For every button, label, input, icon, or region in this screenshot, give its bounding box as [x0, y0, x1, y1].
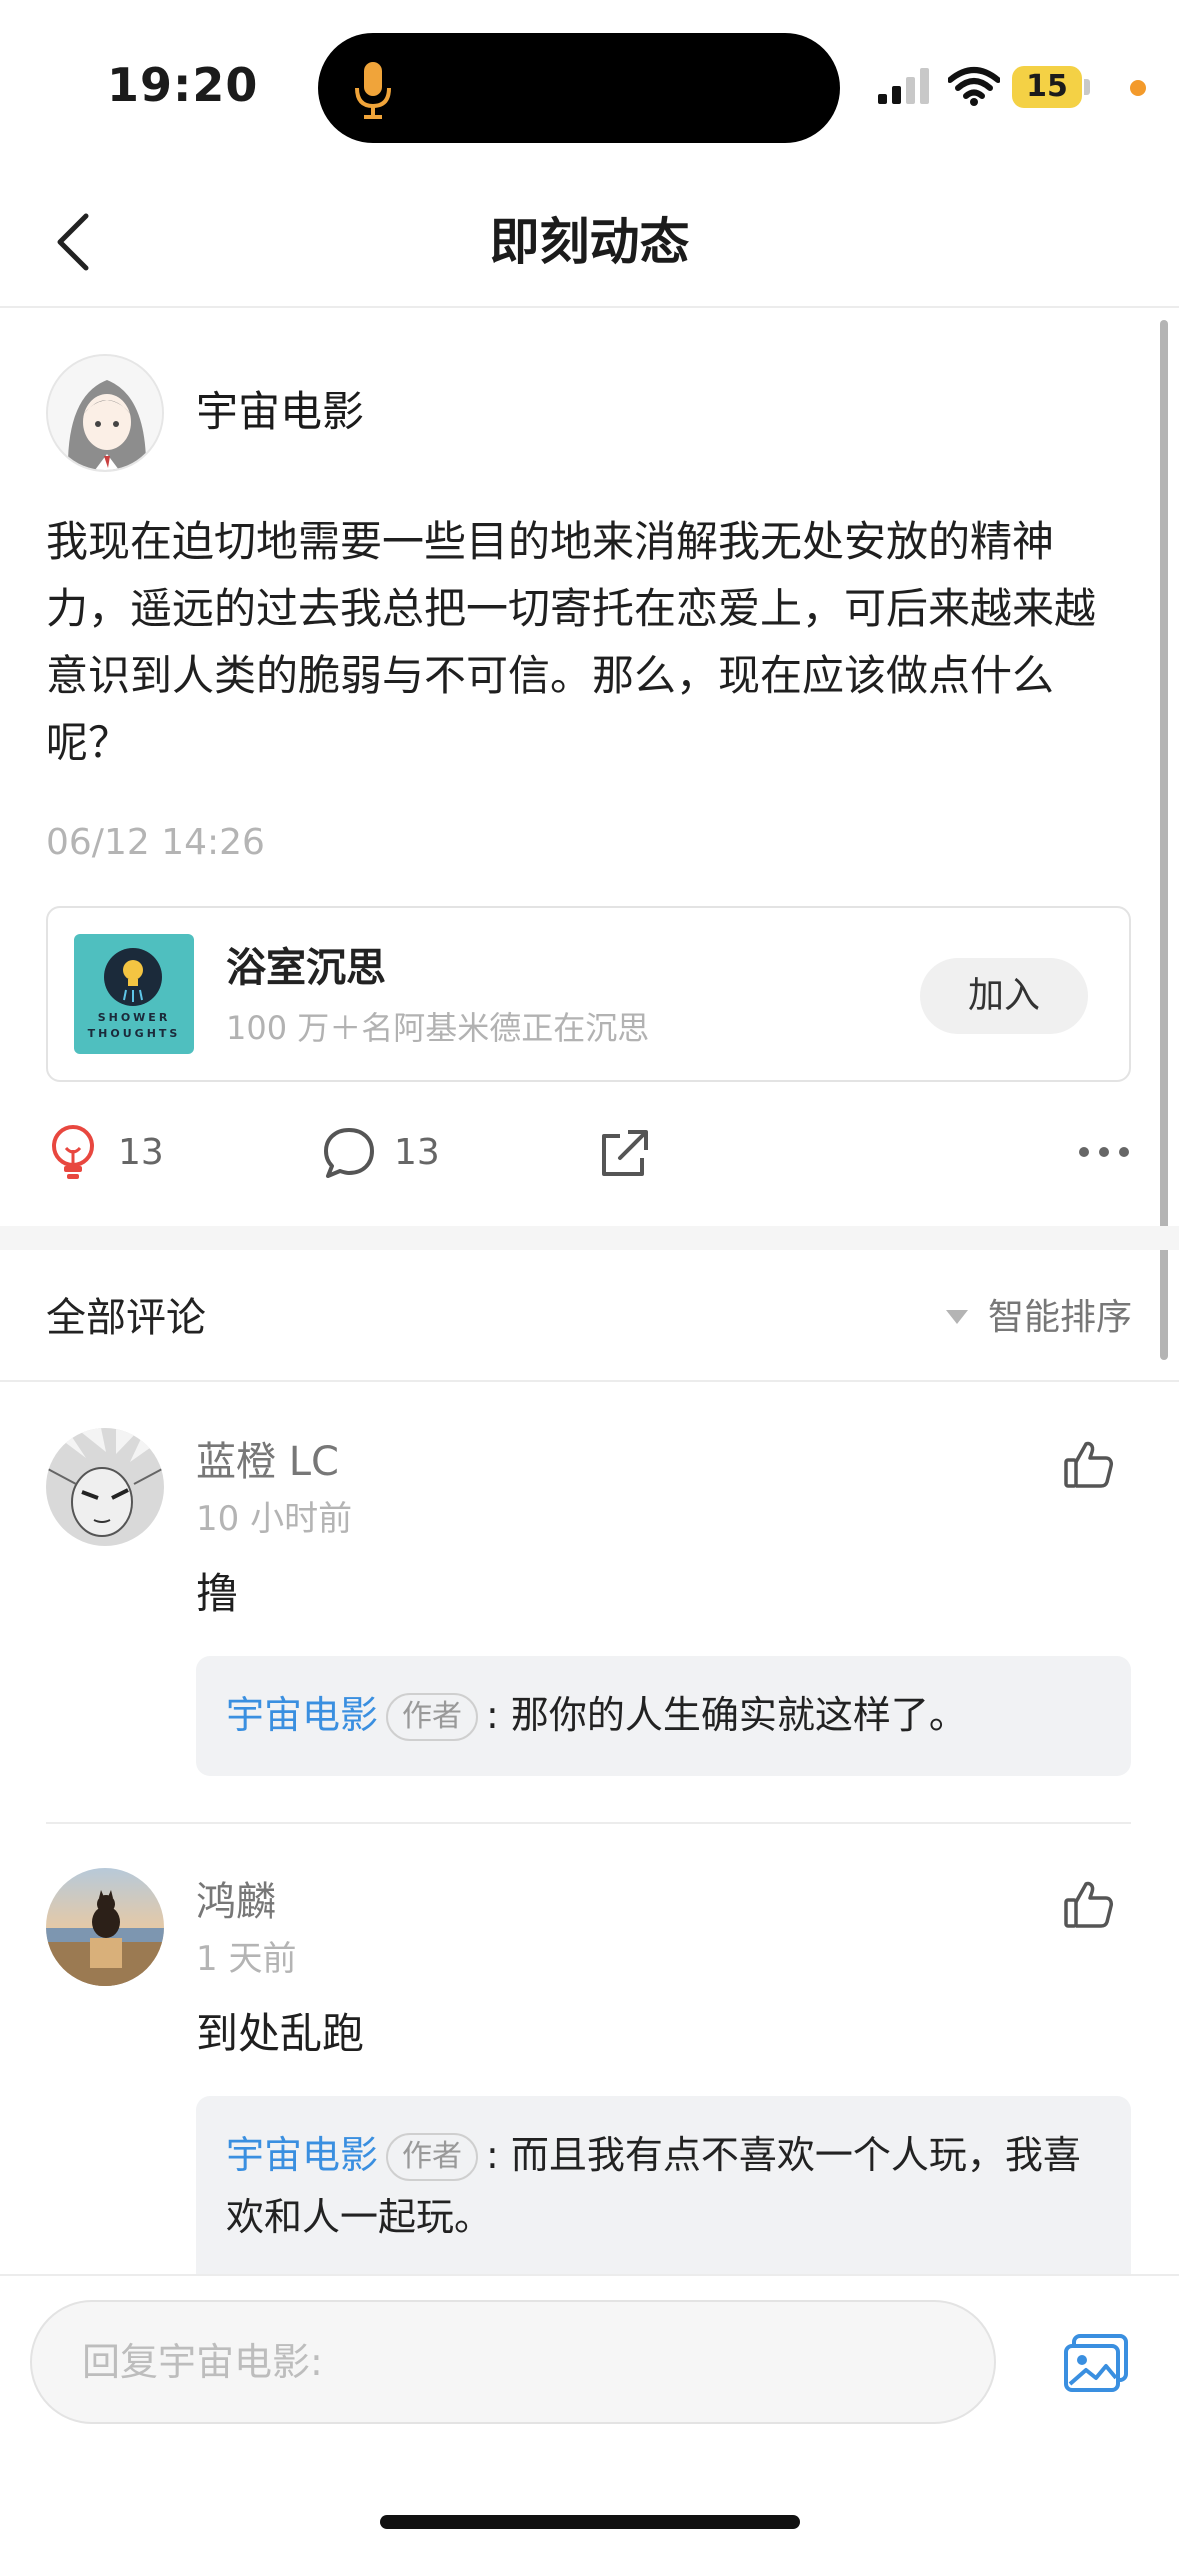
post-author-avatar[interactable] [46, 354, 164, 472]
anime-girl-avatar-icon [48, 356, 162, 470]
comment-time: 1 天前 [196, 1939, 297, 1979]
reply-author-name[interactable]: 宇宙电影 [226, 1693, 378, 1737]
comment-time: 10 小时前 [196, 1499, 353, 1539]
join-topic-button[interactable]: 加入 [920, 958, 1088, 1034]
more-options-icon[interactable] [1076, 1140, 1132, 1164]
post-timestamp: 06/12 14:26 [46, 822, 265, 863]
share-icon[interactable] [598, 1124, 652, 1182]
privacy-indicator-dot [1130, 80, 1146, 96]
reply-author-name[interactable]: 宇宙电影 [226, 2133, 378, 2177]
cat-sunset-avatar-icon [46, 1868, 164, 1986]
topic-member-count: 100 万＋名阿基米德正在沉思 [226, 1009, 650, 1047]
commenter-avatar[interactable] [46, 1428, 164, 1546]
comment-count: 13 [394, 1132, 440, 1173]
nav-divider [0, 306, 1179, 308]
microphone-icon [355, 62, 391, 119]
reply-input[interactable]: 回复宇宙电影: [30, 2300, 996, 2424]
comment-text: 撸 [196, 1569, 239, 1618]
comment-divider [46, 1822, 1131, 1824]
topic-image-text: SHOWER THOUGHTS [87, 1011, 181, 1040]
post-author-name[interactable]: 宇宙电影 [196, 384, 364, 440]
scrollbar[interactable] [1160, 320, 1168, 1360]
comment-bubble-icon[interactable] [322, 1124, 376, 1182]
wifi-icon [948, 67, 1000, 106]
author-tag: 作者 [386, 2133, 479, 2181]
sort-selector[interactable]: 智能排序 [988, 1294, 1132, 1342]
section-separator [0, 1226, 1179, 1250]
author-tag: 作者 [386, 1693, 479, 1741]
commenter-name[interactable]: 蓝橙 LC [196, 1436, 339, 1488]
like-count: 13 [118, 1132, 164, 1173]
thumbs-up-icon[interactable] [1062, 1438, 1116, 1492]
commenter-name[interactable]: 鸿麟 [196, 1876, 276, 1928]
all-comments-title: 全部评论 [46, 1295, 206, 1341]
lightbulb-like-icon[interactable] [46, 1124, 100, 1182]
image-picker-icon[interactable] [1064, 2334, 1130, 2394]
battery-cap [1084, 79, 1090, 95]
dynamic-island [318, 33, 840, 143]
reply-text: : 那你的人生确实就这样了。 [486, 1693, 967, 1737]
topic-name[interactable]: 浴室沉思 [226, 942, 386, 994]
home-indicator[interactable] [380, 2515, 800, 2529]
author-reply-box[interactable]: 宇宙电影 作者: 那你的人生确实就这样了。 [196, 1656, 1131, 1776]
page-title: 即刻动态 [489, 213, 690, 271]
author-reply: 宇宙电影 作者: 那你的人生确实就这样了。 [226, 1684, 1106, 1746]
author-reply: 宇宙电影 作者: 而且我有点不喜欢一个人玩，我喜欢和人一起玩。 [226, 2124, 1086, 2248]
thumbs-up-icon[interactable] [1062, 1878, 1116, 1932]
manga-face-avatar-icon [46, 1428, 164, 1546]
commenter-avatar[interactable] [46, 1868, 164, 1986]
battery-indicator: 15 [1012, 66, 1082, 108]
sort-caret-icon[interactable] [946, 1310, 968, 1324]
lightbulb-shower-icon [104, 948, 162, 1006]
cellular-signal-icon [878, 68, 929, 104]
comments-divider [0, 1380, 1179, 1382]
status-time: 19:20 [107, 58, 259, 112]
comment-text: 到处乱跑 [196, 2009, 365, 2058]
post-body-text: 我现在迫切地需要一些目的地来消解我无处安放的精神力，遥远的过去我总把一切寄托在恋… [46, 517, 1097, 767]
